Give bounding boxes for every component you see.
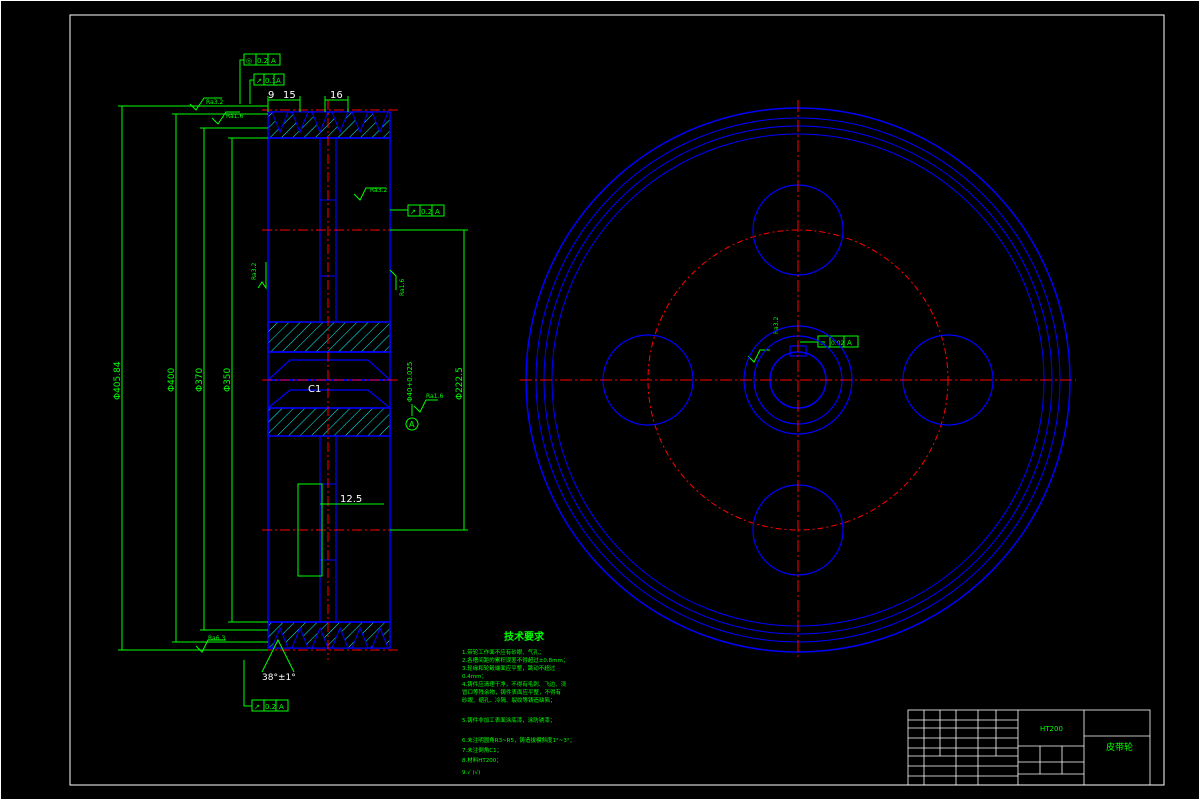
dim-400: Φ400 — [167, 367, 177, 392]
tol-right-sym: ↗ — [410, 208, 416, 216]
drawing-canvas: 9 15 16 Φ405.84 Φ400 Φ370 Φ350 Φ222.5 C1… — [0, 0, 1200, 800]
note-line: 9.√ (√) — [462, 769, 480, 776]
tolerance-labels: ◎ 0.2 A ↗ 0.1 A ↗ 0.2 A ↗ 0.2 A ≡ 0.02 A — [246, 57, 852, 711]
front-view — [520, 100, 1076, 660]
tol-bottom-ref: A — [279, 703, 284, 711]
top-grooves — [267, 111, 391, 139]
note-line: 3.轮缘和轮毂端面应平整，跳动不超过 — [462, 664, 556, 672]
ra-face: Ra3.2 — [251, 263, 258, 280]
dim-groove-pitch: 16 — [330, 90, 343, 101]
dim-groove-width: 15 — [283, 90, 296, 101]
technical-notes: 技术要求 1.带轮工作面不应有砂眼、气孔； 2.各槽间距的累积误差不得超过±0.… — [462, 630, 575, 776]
tol-top2-sym: ↗ — [256, 77, 262, 85]
ra-rim: Ra1.6 — [226, 113, 243, 120]
dim-hub-len: 12.5 — [340, 494, 362, 505]
notes-title: 技术要求 — [504, 630, 545, 643]
tol-top1-val: 0.2 — [257, 57, 268, 65]
dim-bore-tol: Φ40+0.025 — [406, 362, 414, 402]
tol-top1-ref: A — [271, 57, 276, 65]
note-line: 7.未注倒角C1； — [462, 746, 502, 754]
tol-bottom-sym: ↗ — [254, 703, 260, 711]
tol-key-ref: A — [847, 339, 852, 347]
section-view — [262, 100, 398, 660]
note-line: 8.材料HT200； — [462, 756, 502, 764]
drawing-frame — [0, 0, 1200, 800]
ra-top: Ra3.2 — [206, 99, 223, 106]
note-line: 砂眼、缩孔、冷隔、裂纹等铸造缺陷； — [462, 696, 556, 704]
title-block-text: HT200 皮带轮 — [1040, 725, 1133, 753]
tol-right-val: 0.2 — [421, 208, 432, 216]
dim-outer: Φ405.84 — [113, 361, 123, 400]
dim-chamfer: C1 — [308, 384, 321, 395]
tol-top2-val: 0.1 — [265, 77, 276, 85]
note-line: 0.4mm； — [462, 674, 487, 680]
datum-a: A — [409, 420, 415, 429]
tol-top2-ref: A — [276, 77, 281, 85]
ra-bottom: Ra6.3 — [208, 635, 225, 642]
dim-pcd: Φ222.5 — [455, 367, 465, 400]
dim-370: Φ370 — [195, 367, 205, 392]
note-line: 6.未注明圆角R3~R5，铸造拔模斜度1°~3°； — [462, 736, 575, 744]
bottom-grooves — [267, 621, 391, 649]
note-line: 2.各槽间距的累积误差不得超过±0.8mm； — [462, 656, 568, 664]
note-line: 4.铸件应清理干净，不得有毛刺、飞边、浇 — [462, 680, 567, 688]
roughness-labels: Ra3.2 Ra1.6 Ra3.2 Ra3.2 Ra1.6 Ra1.6 Ra6.… — [206, 99, 780, 642]
note-line: 1.带轮工作面不应有砂眼、气孔； — [462, 648, 544, 656]
roughness-symbols — [189, 97, 770, 653]
tol-right-ref: A — [435, 208, 440, 216]
ra-bore: Ra1.6 — [426, 393, 443, 400]
tol-top1-sym: ◎ — [246, 57, 252, 65]
note-line: 冒口等残余物，铸件表面应平整，不得有 — [462, 688, 562, 696]
material: HT200 — [1040, 725, 1063, 733]
tol-bottom-val: 0.2 — [265, 703, 276, 711]
dim-350: Φ350 — [223, 367, 233, 392]
part-name: 皮带轮 — [1106, 741, 1133, 753]
dim-groove-offset: 9 — [268, 90, 274, 101]
ra-side: Ra3.2 — [370, 187, 387, 194]
ra-right: Ra1.6 — [399, 279, 406, 296]
note-line: 5.铸件非加工表面涂底漆，涂防锈漆； — [462, 716, 555, 724]
dimension-texts: 9 15 16 Φ405.84 Φ400 Φ370 Φ350 Φ222.5 C1… — [113, 90, 465, 683]
dim-angle: 38°±1° — [262, 673, 296, 683]
